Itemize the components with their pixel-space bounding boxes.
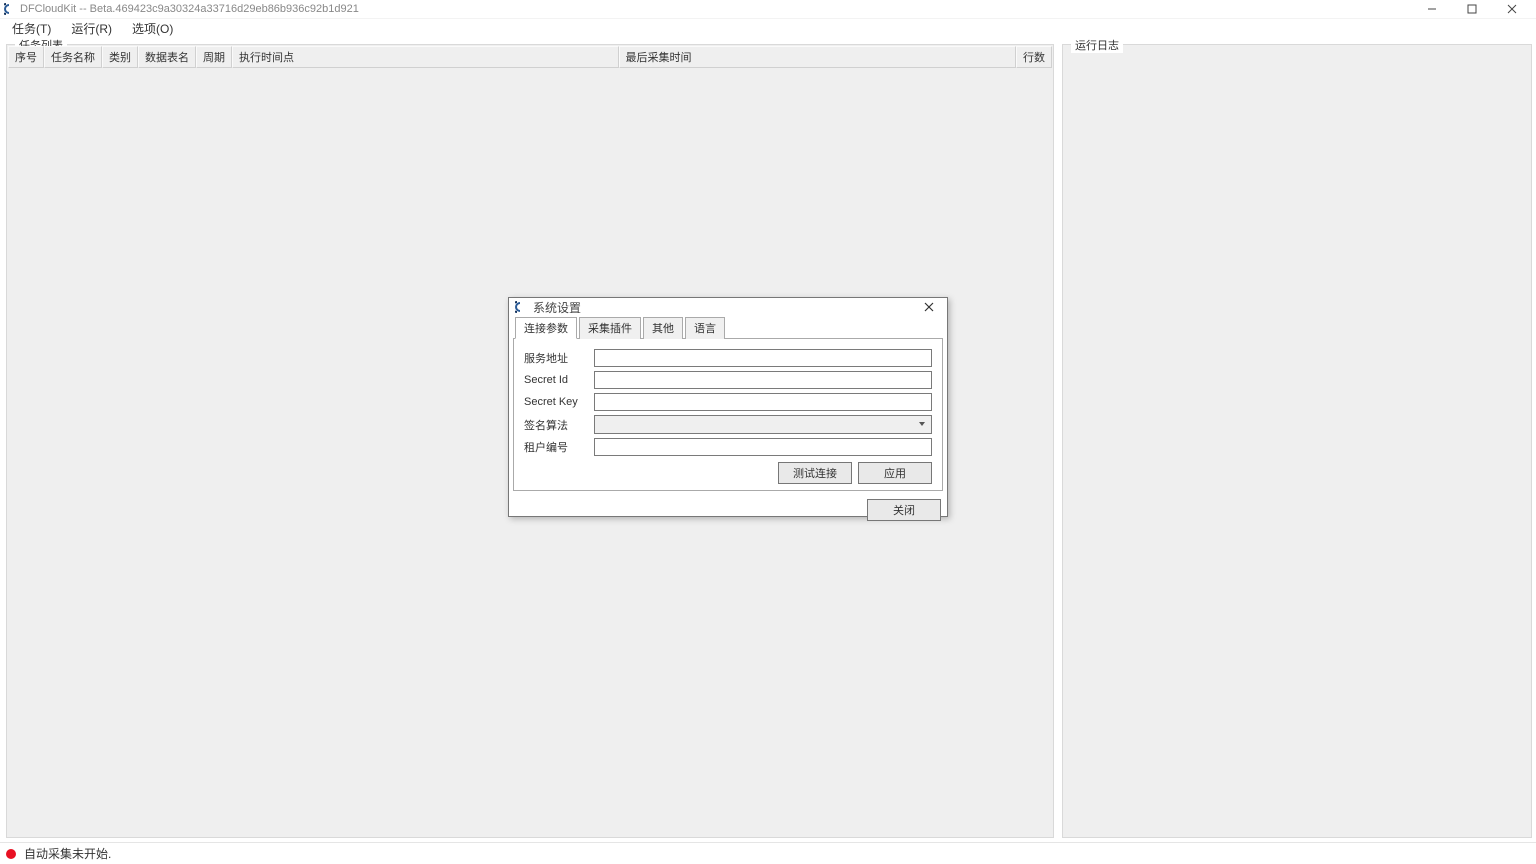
input-secret-key[interactable] — [594, 393, 932, 411]
select-sign-algo[interactable] — [594, 415, 932, 434]
col-period[interactable]: 周期 — [196, 46, 232, 68]
dialog-title-bar[interactable]: 系统设置 — [509, 298, 947, 316]
apply-button[interactable]: 应用 — [858, 462, 932, 484]
col-rows[interactable]: 行数 — [1016, 46, 1052, 68]
dialog-tab-strip: 连接参数 采集插件 其他 语言 — [515, 317, 943, 339]
input-service-addr[interactable] — [594, 349, 932, 367]
status-text: 自动采集未开始. — [24, 845, 111, 862]
col-index[interactable]: 序号 — [8, 46, 44, 68]
col-last-collect[interactable]: 最后采集时间 — [619, 46, 1017, 68]
menu-tasks[interactable]: 任务(T) — [2, 18, 61, 39]
status-bar: 自动采集未开始. — [0, 842, 1536, 864]
col-exec-time[interactable]: 执行时间点 — [232, 46, 619, 68]
label-secret-key: Secret Key — [524, 396, 594, 408]
run-log-panel: 运行日志 — [1062, 44, 1532, 838]
col-category[interactable]: 类别 — [102, 46, 138, 68]
dialog-title: 系统设置 — [533, 299, 581, 316]
close-button[interactable] — [1492, 0, 1532, 18]
tab-panel-connection: 服务地址 Secret Id Secret Key 签名算法 租户编号 测试连接 — [513, 338, 943, 491]
col-name[interactable]: 任务名称 — [44, 46, 102, 68]
label-tenant-id: 租户编号 — [524, 439, 594, 455]
minimize-button[interactable] — [1412, 0, 1452, 18]
dialog-footer: 关闭 — [509, 495, 947, 527]
window-title: DFCloudKit -- Beta.469423c9a30324a33716d… — [20, 3, 359, 15]
test-connection-button[interactable]: 测试连接 — [778, 462, 852, 484]
status-indicator-icon — [6, 849, 16, 859]
maximize-button[interactable] — [1452, 0, 1492, 18]
menu-options[interactable]: 选项(O) — [122, 18, 183, 39]
dialog-app-icon — [515, 301, 527, 313]
input-tenant-id[interactable] — [594, 438, 932, 456]
menu-bar: 任务(T) 运行(R) 选项(O) — [0, 18, 1536, 38]
tab-plugins[interactable]: 采集插件 — [579, 317, 641, 339]
task-table-header: 序号 任务名称 类别 数据表名 周期 执行时间点 最后采集时间 行数 — [8, 46, 1052, 68]
col-table[interactable]: 数据表名 — [138, 46, 196, 68]
label-service-addr: 服务地址 — [524, 350, 594, 366]
tab-connection[interactable]: 连接参数 — [515, 317, 577, 339]
close-button-dialog[interactable]: 关闭 — [867, 499, 941, 521]
label-secret-id: Secret Id — [524, 374, 594, 386]
menu-run[interactable]: 运行(R) — [61, 18, 122, 39]
dialog-body: 连接参数 采集插件 其他 语言 服务地址 Secret Id Secret Ke… — [509, 316, 947, 495]
dialog-close-button[interactable] — [917, 298, 941, 316]
label-sign-algo: 签名算法 — [524, 417, 594, 433]
app-icon — [4, 3, 16, 15]
title-bar: DFCloudKit -- Beta.469423c9a30324a33716d… — [0, 0, 1536, 18]
settings-dialog: 系统设置 连接参数 采集插件 其他 语言 服务地址 Secret Id Secr… — [508, 297, 948, 517]
tab-other[interactable]: 其他 — [643, 317, 683, 339]
run-log-title: 运行日志 — [1071, 37, 1123, 53]
input-secret-id[interactable] — [594, 371, 932, 389]
tab-language[interactable]: 语言 — [685, 317, 725, 339]
